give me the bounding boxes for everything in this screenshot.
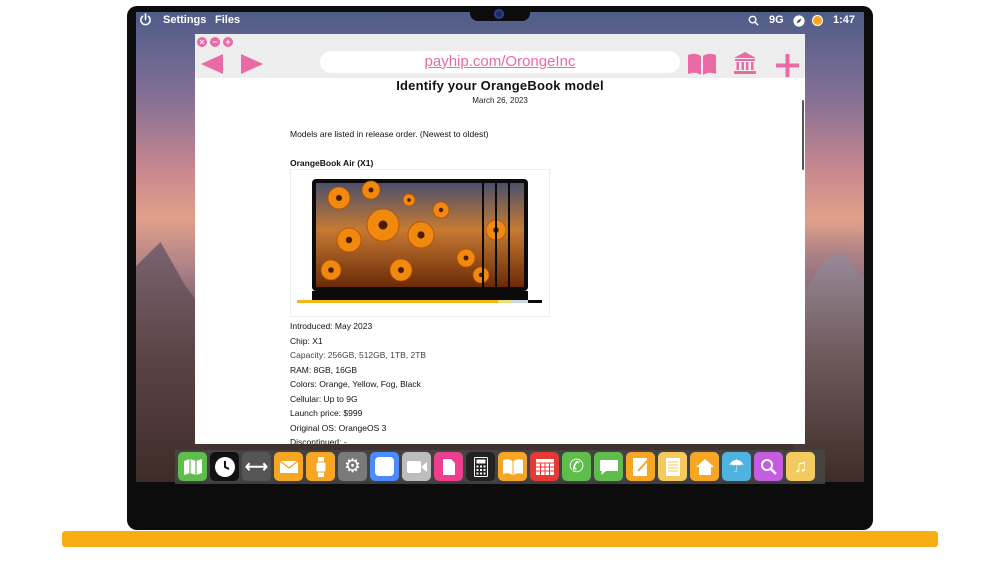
maps-icon[interactable]: [178, 452, 207, 481]
menu-bar: Settings Files 9G 1:47: [136, 12, 864, 30]
calendar-icon[interactable]: [530, 452, 559, 481]
spec-ram: RAM: 8GB, 16GB: [290, 364, 358, 375]
notes-icon[interactable]: [626, 452, 655, 481]
compass-icon[interactable]: [793, 15, 805, 27]
publish-date: March 26, 2023: [472, 96, 528, 105]
scrollbar[interactable]: [802, 100, 804, 170]
spec-cellular: Cellular: Up to 9G: [290, 393, 358, 404]
calculator-icon[interactable]: [466, 452, 495, 481]
spec-chip: Chip: X1: [290, 335, 323, 346]
messages-icon[interactable]: [594, 452, 623, 481]
gear-icon[interactable]: ⚙: [338, 452, 367, 481]
book-icon[interactable]: [498, 452, 527, 481]
library-icon[interactable]: [733, 51, 757, 75]
search-icon[interactable]: [748, 15, 759, 26]
pages-icon[interactable]: [658, 452, 687, 481]
status-dot-icon: [812, 15, 823, 26]
back-arrow-icon[interactable]: [201, 54, 223, 74]
minimize-icon[interactable]: −: [210, 37, 220, 47]
url-bar[interactable]: payhip.com/OrongeInc: [320, 51, 680, 73]
page-content: Identify your OrangeBook model March 26,…: [195, 78, 805, 444]
page-title: Identify your OrangeBook model: [396, 78, 604, 93]
intro-text: Models are listed in release order. (New…: [290, 129, 489, 139]
maximize-icon[interactable]: +: [223, 37, 233, 47]
music-icon[interactable]: ♫: [786, 452, 815, 481]
umbrella-icon[interactable]: ☂: [722, 452, 751, 481]
watch-icon[interactable]: [306, 452, 335, 481]
video-camera-icon[interactable]: [402, 452, 431, 481]
clock-time: 1:47: [833, 14, 856, 26]
menu-settings[interactable]: Settings: [163, 14, 206, 26]
mail-icon[interactable]: [274, 452, 303, 481]
dock: ⟷ ⚙ ✆ ☂ ♫: [175, 450, 825, 484]
forward-arrow-icon[interactable]: [241, 54, 263, 74]
blank-app-icon[interactable]: [370, 452, 399, 481]
spec-introduced: Introduced: May 2023: [290, 321, 373, 331]
spec-capacity: Capacity: 256GB, 512GB, 1TB, 2TB: [290, 350, 427, 360]
search-app-icon[interactable]: [754, 452, 783, 481]
network-indicator: 9G: [769, 14, 784, 26]
bookmarks-book-icon[interactable]: [687, 52, 717, 76]
document-icon[interactable]: [434, 452, 463, 481]
laptop-base: [62, 531, 938, 547]
spec-original-os: Original OS: OrangeOS 3: [290, 422, 387, 433]
power-icon[interactable]: [139, 13, 152, 26]
spec-discontinued: Discontinued: -: [290, 437, 347, 444]
spec-colors: Colors: Orange, Yellow, Fog, Black: [290, 379, 421, 389]
new-tab-plus-icon[interactable]: [776, 54, 799, 77]
clock-icon[interactable]: [210, 452, 239, 481]
browser-toolbar: × − + payhip.com/OrongeInc: [195, 34, 805, 78]
spec-list: Introduced: May 2023 Chip: X1 Capacity: …: [290, 319, 426, 444]
menu-files[interactable]: Files: [215, 14, 240, 26]
browser-window: × − + payhip.com/OrongeInc Identify your…: [195, 34, 805, 444]
model-heading: OrangeBook Air (X1): [290, 158, 374, 168]
spec-launch-price: Launch price: $999: [290, 408, 363, 418]
resize-arrows-icon[interactable]: ⟷: [242, 452, 271, 481]
phone-icon[interactable]: ✆: [562, 452, 591, 481]
close-icon[interactable]: ×: [197, 37, 207, 47]
orangebook-product-image: [290, 169, 550, 317]
home-icon[interactable]: [690, 452, 719, 481]
